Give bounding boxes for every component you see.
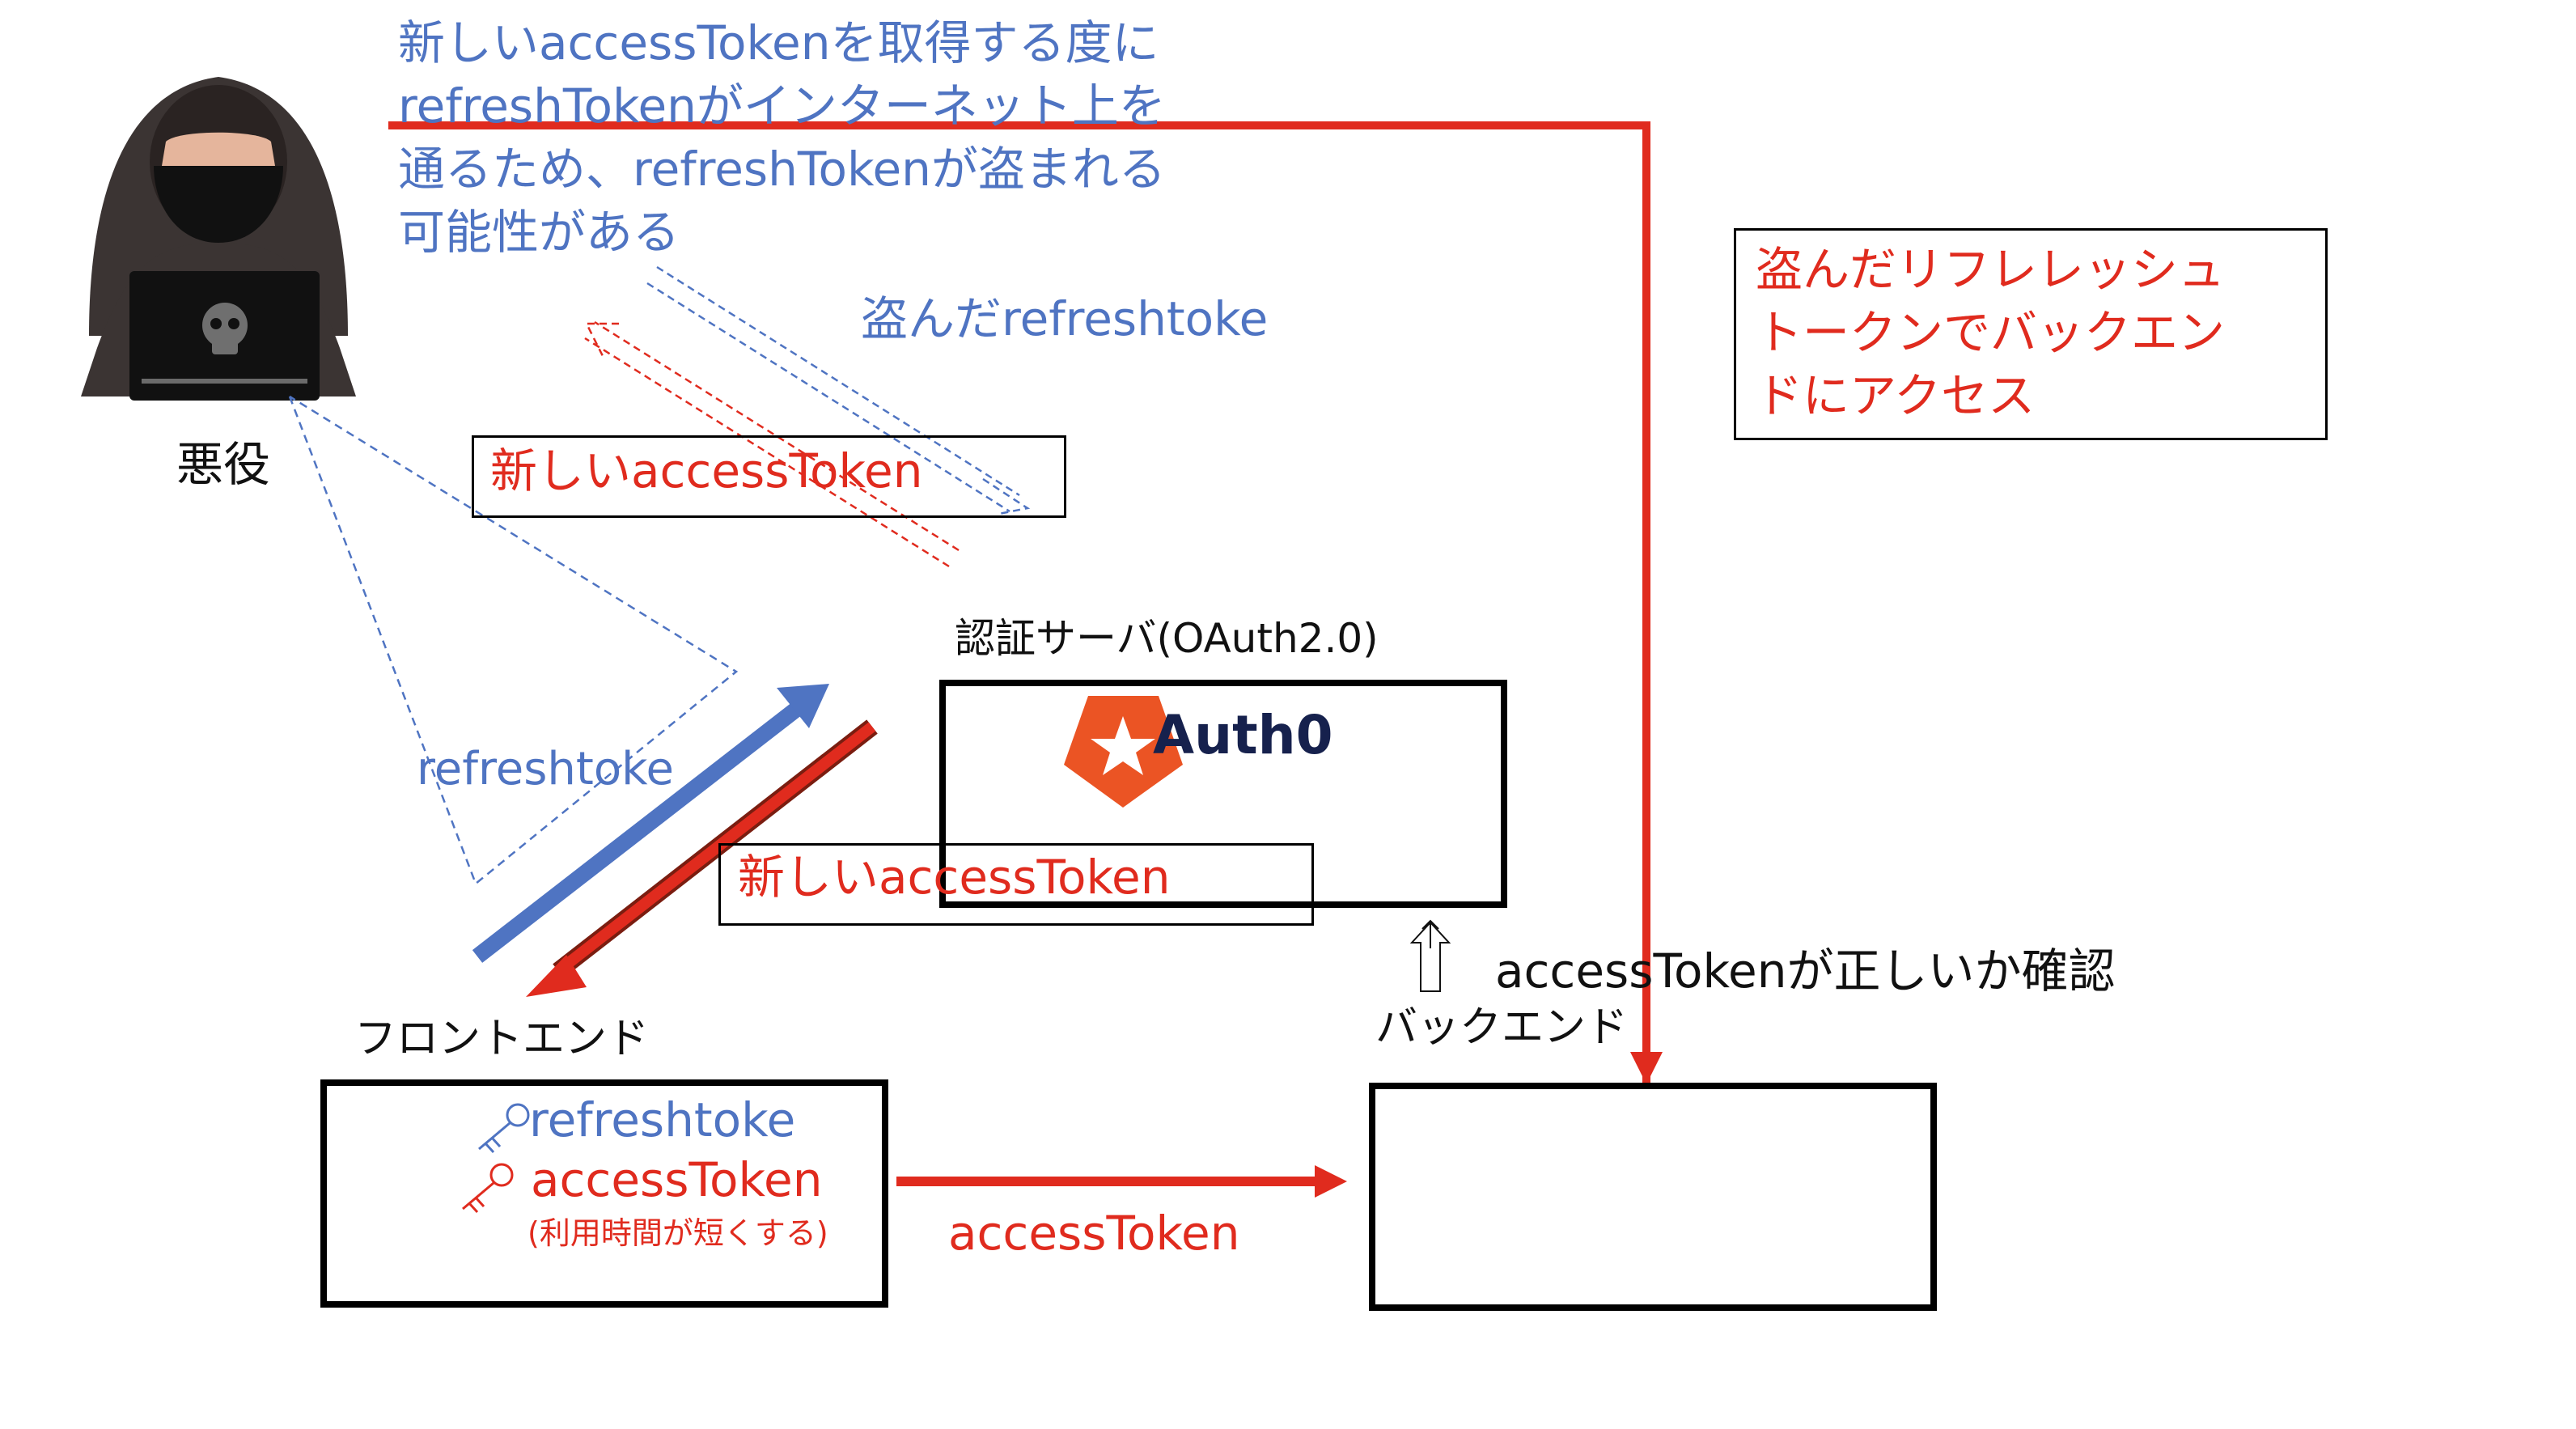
auth-server-label: 認証サーバ(OAuth2.0) bbox=[955, 615, 1379, 662]
villain-label: 悪役 bbox=[176, 437, 271, 492]
attack-route-line bbox=[388, 121, 1650, 1083]
attack-note: 盗んだリフレレッシュ トークンでバックエン ドにアクセス bbox=[1756, 238, 2225, 427]
verify-label: accessTokenが正しいか確認 bbox=[1495, 943, 2116, 999]
note-top: 新しいaccessTokenを取得する度に refreshTokenがインターネ… bbox=[398, 11, 1166, 264]
backend-box bbox=[1369, 1083, 1937, 1311]
frontend-label: フロントエンド bbox=[354, 1015, 650, 1063]
note-top-line: 通るため、refreshTokenが盗まれる bbox=[398, 142, 1166, 197]
attack-note-line: ドにアクセス bbox=[1756, 368, 2036, 423]
attack-note-line: トークンでバックエン bbox=[1756, 305, 2226, 360]
new-access-token-label-top: 新しいaccessToken bbox=[490, 443, 923, 498]
note-top-line: 可能性がある bbox=[398, 205, 680, 260]
diagram: 悪役 新しいaccessTokenを取得する度に refreshTokenがイン… bbox=[0, 0, 2576, 1429]
frontend-access-token: accessToken bbox=[531, 1152, 823, 1207]
access-token-arrow bbox=[896, 1165, 1347, 1198]
attack-route-arrowhead bbox=[1630, 1052, 1663, 1084]
note-top-line: 新しいaccessTokenを取得する度に bbox=[398, 15, 1159, 70]
auth0-logo-text: Auth0 bbox=[1153, 704, 1333, 766]
stolen-refresh-label: 盗んだrefreshtoke bbox=[861, 291, 1269, 346]
attack-note-line: 盗んだリフレレッシュ bbox=[1756, 242, 2226, 297]
bottom-access-token-label: accessToken bbox=[948, 1206, 1240, 1261]
up-arrow-icon bbox=[1409, 919, 1451, 992]
note-top-line: refreshTokenがインターネット上を bbox=[398, 78, 1166, 134]
refresh-token-label: refreshtoke bbox=[417, 743, 674, 795]
frontend-refresh-token: refreshtoke bbox=[529, 1092, 796, 1147]
backend-label: バックエンド bbox=[1375, 1003, 1629, 1052]
frontend-access-token-note: (利用時間が短くする) bbox=[527, 1215, 828, 1251]
new-access-token-label-mid: 新しいaccessToken bbox=[738, 850, 1171, 905]
